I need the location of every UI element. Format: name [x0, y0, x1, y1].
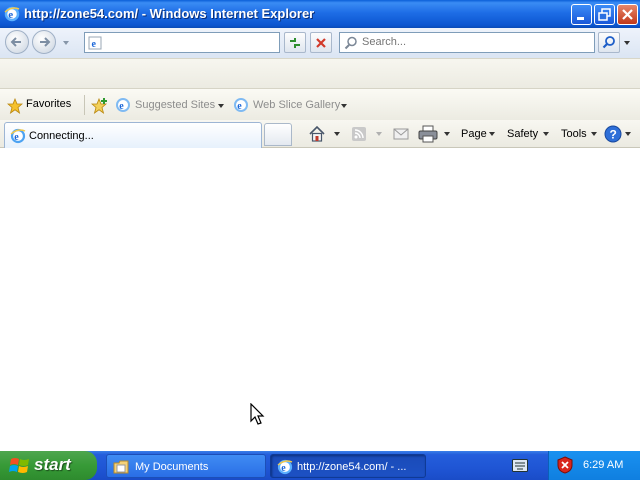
chevron-down-icon — [543, 132, 549, 136]
safety-menu-label: Safety — [507, 128, 539, 140]
new-tab-button[interactable] — [264, 123, 292, 146]
chevron-down-icon — [489, 132, 495, 136]
web-slice-gallery-button[interactable]: e Web Slice Gallery — [232, 93, 350, 117]
tab-row: e Connecting... Page Safety Tools ? — [0, 120, 640, 148]
favorites-divider — [84, 95, 85, 115]
tools-menu-label: Tools — [561, 128, 587, 140]
search-field[interactable] — [339, 32, 595, 53]
ie-page-icon: e — [116, 98, 130, 112]
svg-text:e: e — [119, 101, 124, 112]
forward-arrow-icon — [40, 37, 51, 47]
favorites-button[interactable]: Favorites — [4, 93, 76, 117]
forward-button[interactable] — [32, 30, 56, 54]
taskbar-button-label: My Documents — [135, 461, 209, 473]
home-button[interactable] — [306, 123, 342, 145]
folder-icon — [113, 460, 129, 474]
favorites-bar: Favorites e Suggested Sites e Web Slice … — [0, 88, 640, 120]
start-button[interactable]: start — [0, 451, 97, 480]
ie-logo-icon: e — [277, 459, 293, 475]
page-content-area[interactable] — [0, 149, 640, 451]
mouse-cursor-icon — [250, 403, 265, 425]
refresh-button[interactable] — [284, 32, 306, 53]
read-mail-button[interactable] — [390, 123, 416, 145]
stop-button[interactable] — [310, 32, 332, 53]
add-to-favorites-bar-button[interactable] — [90, 93, 110, 117]
tools-menu-button[interactable]: Tools — [558, 123, 600, 145]
back-arrow-icon — [10, 37, 21, 47]
chevron-down-icon — [444, 132, 450, 136]
windows-flag-icon — [9, 458, 29, 473]
restore-button[interactable] — [594, 4, 615, 25]
safety-menu-button[interactable]: Safety — [504, 123, 552, 145]
help-icon: ? — [604, 125, 622, 143]
title-bar[interactable]: e http://zone54.com/ - Windows Internet … — [0, 0, 640, 28]
address-toolbar: e — [0, 28, 640, 58]
search-icon — [344, 36, 357, 50]
tab-label: Connecting... — [29, 130, 94, 142]
tab-connecting[interactable]: e Connecting... — [4, 122, 262, 148]
feeds-button[interactable] — [348, 123, 384, 145]
page-icon: e — [88, 36, 102, 50]
ie-tab-icon: e — [10, 128, 26, 144]
stop-x-icon — [316, 38, 326, 48]
refresh-icon — [290, 38, 300, 48]
svg-text:e: e — [281, 463, 286, 474]
chevron-down-icon — [625, 132, 631, 136]
search-input[interactable] — [362, 36, 582, 48]
clock[interactable]: 6:29 AM — [583, 459, 623, 471]
printer-icon — [418, 125, 438, 143]
taskbar-button-label: http://zone54.com/ - ... — [297, 461, 407, 473]
chevron-down-icon — [334, 132, 340, 136]
rss-feed-icon — [352, 127, 366, 141]
taskbar-button-my-documents[interactable]: My Documents — [106, 454, 266, 478]
close-window-button[interactable] — [617, 4, 638, 25]
chevron-down-icon — [376, 132, 382, 136]
chevron-down-icon — [591, 132, 597, 136]
search-go-button[interactable] — [598, 32, 620, 53]
taskbar-button-internet-explorer[interactable]: e http://zone54.com/ - ... — [270, 454, 426, 478]
chevron-down-icon — [341, 104, 347, 108]
search-options-dropdown-icon[interactable] — [624, 41, 630, 45]
chevron-down-icon — [218, 104, 224, 108]
close-icon — [622, 9, 633, 20]
svg-text:e: e — [8, 9, 13, 21]
page-menu-label: Page — [461, 128, 487, 140]
add-favorite-star-icon — [91, 97, 108, 114]
web-slice-gallery-label: Web Slice Gallery — [253, 99, 341, 111]
system-tray: 6:29 AM — [548, 451, 640, 480]
minimize-button[interactable] — [571, 4, 592, 25]
start-label: start — [34, 455, 71, 474]
address-field[interactable]: e — [84, 32, 361, 53]
mail-envelope-icon — [393, 128, 409, 140]
window-title: http://zone54.com/ - Windows Internet Ex… — [24, 6, 315, 21]
svg-text:?: ? — [610, 128, 617, 142]
svg-text:e: e — [237, 101, 242, 112]
favorites-label: Favorites — [26, 98, 72, 110]
restore-icon — [598, 8, 611, 21]
svg-text:e: e — [92, 39, 97, 50]
print-button[interactable] — [416, 123, 452, 145]
minimize-icon — [577, 17, 584, 20]
suggested-sites-label: Suggested Sites — [135, 99, 216, 111]
security-shield-icon[interactable] — [557, 456, 573, 474]
keyboard-icon[interactable] — [512, 459, 528, 472]
svg-text:e: e — [14, 132, 19, 143]
favorites-star-icon — [7, 98, 23, 114]
recent-pages-dropdown-icon[interactable] — [63, 41, 69, 45]
home-icon — [309, 125, 325, 142]
help-button[interactable]: ? — [603, 123, 637, 145]
back-button[interactable] — [5, 30, 29, 54]
magnifier-icon — [602, 36, 615, 49]
ie-logo-icon: e — [4, 6, 20, 22]
suggested-sites-button[interactable]: e Suggested Sites — [114, 93, 226, 117]
taskbar: start My Documents e http://zone54.com/ … — [0, 451, 640, 480]
page-menu-button[interactable]: Page — [458, 123, 498, 145]
ie-page-icon: e — [234, 98, 248, 112]
menu-bar-area — [0, 58, 640, 88]
